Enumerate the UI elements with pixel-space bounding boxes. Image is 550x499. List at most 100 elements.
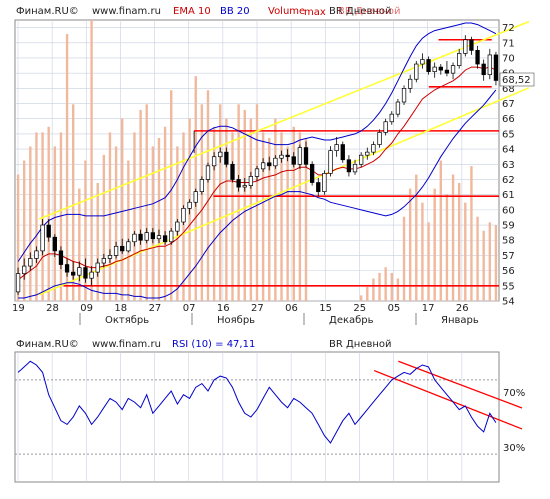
- candle-body: [444, 69, 450, 74]
- y-tick-label: 57: [502, 251, 515, 262]
- candle-body: [64, 264, 70, 273]
- candle-body: [316, 182, 321, 192]
- volume-bar: [35, 132, 38, 301]
- candle-body: [175, 221, 180, 232]
- volume-bar: [114, 146, 118, 301]
- candle-body: [199, 179, 205, 192]
- y-tick-label: 55: [502, 281, 515, 292]
- volume-bar: [274, 118, 277, 301]
- x-tick-label: 05: [388, 303, 401, 314]
- volume-bar: [402, 216, 406, 301]
- rsi-header-source: Финам.RU©: [16, 339, 79, 350]
- volume-bar: [225, 118, 228, 301]
- candle-body: [248, 176, 254, 186]
- candle: [199, 176, 205, 195]
- volume-bar: [96, 182, 99, 301]
- candle-body: [426, 59, 431, 72]
- volume-bar: [261, 132, 265, 301]
- price-chart-canvas: 54555657585960616263646566676869707172 1…: [12, 6, 535, 483]
- header-bb: BB 20: [220, 6, 250, 17]
- candle-body: [193, 191, 198, 203]
- candle-body: [40, 224, 45, 252]
- volume-bar: [206, 90, 210, 301]
- header-volume-max: max: [304, 7, 326, 18]
- candle: [414, 61, 419, 83]
- y-tick-label: 70: [502, 53, 515, 64]
- candle-body: [95, 262, 100, 273]
- volume-bar: [372, 278, 375, 301]
- candle-body: [22, 265, 27, 275]
- y-tick-label: 64: [502, 145, 515, 156]
- candle-body: [457, 53, 462, 66]
- candle-body: [475, 50, 480, 65]
- header-ticker-overlay: BR Дневной: [338, 6, 401, 17]
- candle-body: [169, 230, 174, 243]
- volume-bar: [139, 109, 142, 301]
- candle-body: [487, 54, 492, 76]
- candle: [401, 85, 407, 106]
- candle-body: [126, 241, 131, 252]
- volume-bar: [53, 146, 57, 301]
- x-tick-label: 07: [183, 303, 196, 314]
- header-volume: Volume: [268, 6, 305, 17]
- candle-body: [242, 185, 247, 188]
- candle-body: [211, 156, 217, 167]
- header-ema: EMA 10: [173, 6, 211, 17]
- candle-body: [438, 66, 443, 71]
- candle-body: [52, 236, 57, 252]
- y-tick-label: 54: [502, 297, 515, 308]
- volume-bar: [157, 138, 161, 301]
- volume-bar: [145, 104, 148, 301]
- candle-body: [71, 271, 76, 276]
- candle-body: [469, 39, 474, 51]
- y-tick-label: 66: [502, 114, 515, 125]
- candle-body: [346, 159, 352, 173]
- volume-bar: [243, 109, 246, 301]
- candle-body: [260, 162, 266, 170]
- candle-body: [187, 201, 192, 209]
- candle-body: [481, 63, 486, 76]
- rsi-level-30-label: 30%: [503, 443, 525, 454]
- candle-body: [493, 54, 499, 81]
- candle-body: [107, 255, 113, 259]
- candle-body: [254, 168, 260, 177]
- x-tick-label: 27: [251, 303, 264, 314]
- candle-body: [34, 250, 39, 259]
- candle-body: [132, 233, 137, 243]
- candle-body: [334, 144, 339, 151]
- volume-bar: [378, 272, 381, 301]
- candle-body: [218, 151, 223, 158]
- candle: [230, 161, 235, 183]
- volume-bar: [121, 118, 124, 301]
- header-site: www.finam.ru: [92, 6, 161, 17]
- volume-bar: [170, 90, 173, 301]
- y-tick-label: 67: [502, 99, 515, 110]
- x-tick-label: 18: [114, 303, 127, 314]
- x-tick-label: 09: [80, 303, 93, 314]
- candle-body: [401, 88, 407, 103]
- candle-body: [101, 258, 106, 264]
- candle-body: [322, 173, 327, 192]
- candle-body: [224, 151, 229, 165]
- candle-body: [383, 121, 388, 133]
- candle-body: [291, 156, 296, 165]
- rsi-panel-header: Финам.RU© www.finam.ru RSI (10) = 47,11 …: [16, 339, 392, 350]
- volume-bar: [127, 160, 130, 301]
- rsi-header-ticker: BR Дневной: [329, 339, 392, 350]
- candle-body: [463, 39, 468, 54]
- volume-bar: [384, 267, 387, 301]
- candle: [322, 170, 327, 195]
- volume-bar: [390, 272, 393, 301]
- volume-bar: [108, 132, 112, 301]
- month-label: Январь: [441, 315, 479, 326]
- x-tick-label: 25: [353, 303, 366, 314]
- candle-body: [83, 267, 88, 279]
- volume-bar: [439, 160, 442, 301]
- volume-bar: [366, 286, 369, 301]
- y-tick-label: 59: [502, 221, 515, 232]
- last-price-tag: 68,52: [499, 72, 535, 87]
- y-tick-label: 62: [502, 175, 515, 186]
- candle: [328, 146, 333, 177]
- volume-bar: [237, 104, 240, 301]
- volume-bar: [59, 132, 63, 301]
